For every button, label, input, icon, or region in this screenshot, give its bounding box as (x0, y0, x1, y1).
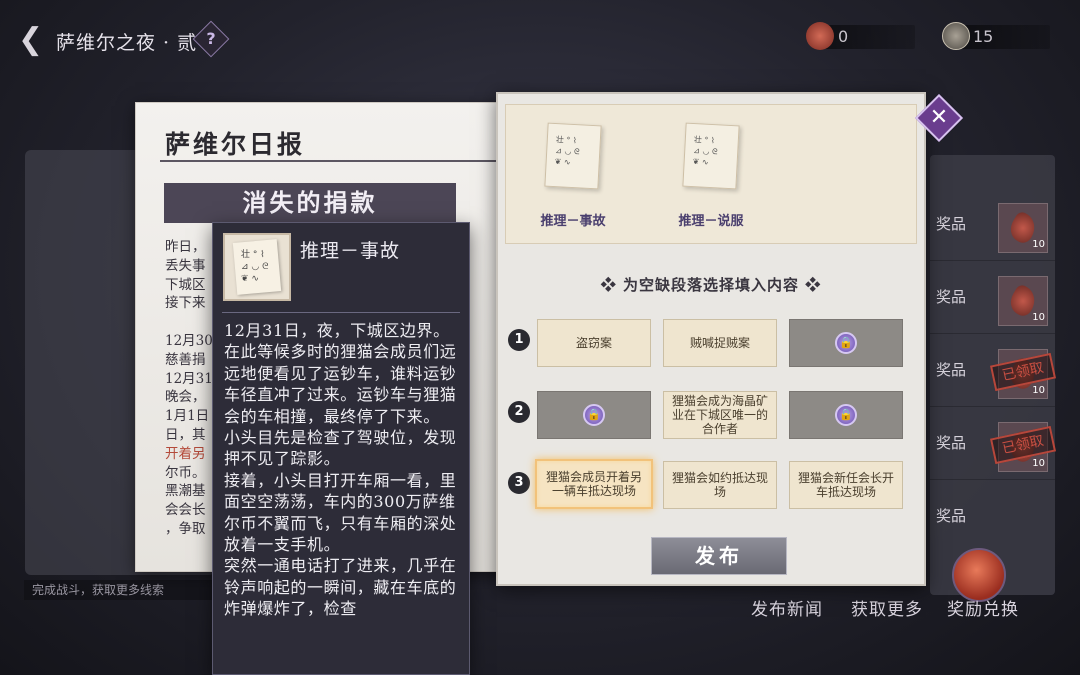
hint-text: 完成战斗，获取更多线索 (24, 580, 224, 600)
option-locked: 🔒 (537, 391, 651, 439)
clue-card-persuade[interactable]: 推理－说服 (666, 120, 756, 230)
help-icon: ? (206, 29, 216, 48)
instruction-label: 为空缺段落选择填入内容 (622, 276, 799, 294)
clue-detail-title: 推理－事故 (300, 240, 401, 262)
clue-paragraph: 12月31日，夜，下城区边界。 (224, 321, 450, 340)
reward-label: 奖品 (936, 288, 967, 306)
clue-document-icon (544, 122, 602, 190)
page-title: 萨维尔之夜 · 贰 (56, 32, 198, 54)
reward-item-icon: 10 (998, 203, 1048, 253)
option-button-selected[interactable]: 狸猫会成员开着另一辆车抵达现场 (535, 459, 653, 509)
clue-paragraph: 小头目先是检查了驾驶位，发现押不见了踪影。 (224, 428, 457, 469)
newspaper-masthead: 萨维尔日报 (165, 130, 306, 159)
publish-button[interactable]: 发布 (651, 537, 787, 575)
resource-value-coins: 15 (973, 27, 994, 46)
option-button[interactable]: 狸猫会如约抵达现场 (663, 461, 777, 509)
option-button[interactable]: 盗窃案 (537, 319, 651, 367)
get-more-button[interactable]: 获取更多 (842, 595, 932, 620)
reward-row[interactable]: 奖品 10 已领取 (930, 341, 1057, 407)
coin-icon (942, 22, 970, 50)
maple-leaf-icon (806, 22, 834, 50)
masthead-divider (160, 160, 530, 162)
newspaper-headline: 消失的捐款 (242, 188, 378, 217)
reward-label: 奖品 (936, 361, 967, 379)
instruction-text: ❖ 为空缺段落选择填入内容 ❖ (600, 276, 822, 294)
clue-paragraph: 接着，小头目打开车厢一看，里面空空荡荡，车内的300万萨维尔币不翼而飞，只有车厢… (224, 470, 457, 555)
lock-icon: 🔒 (835, 404, 857, 426)
reward-row[interactable]: 奖品 10 (930, 195, 1055, 261)
clue-detail-text: 12月31日，夜，下城区边界。在此等候多时的狸猫会成员们远远地便看见了运钞车，谁… (224, 320, 464, 675)
option-button[interactable]: 狸猫会新任会长开车抵达现场 (789, 461, 903, 509)
row-number: 3 (508, 472, 530, 494)
publish-news-button[interactable]: 发布新闻 (742, 595, 832, 620)
reward-exchange-button[interactable]: 奖励兑换 (938, 595, 1028, 620)
reward-count: 10 (1032, 458, 1045, 469)
reward-row[interactable]: 奖品 10 (930, 268, 1055, 334)
reward-count: 10 (1032, 312, 1045, 323)
resource-value-leaves: 0 (838, 27, 849, 46)
option-button[interactable]: 贼喊捉贼案 (663, 319, 777, 367)
help-button[interactable]: ? (192, 20, 230, 58)
lock-icon: 🔒 (583, 404, 605, 426)
clue-document-icon (223, 233, 291, 301)
resource-bar-leaves (820, 25, 915, 49)
clue-document-icon (682, 122, 740, 190)
option-button[interactable]: 狸猫会成为海晶矿业在下城区唯一的合作者 (663, 391, 777, 439)
reward-count: 10 (1032, 385, 1045, 396)
clue-label: 推理－说服 (678, 214, 744, 229)
clue-card-accident[interactable]: 推理－事故 (528, 120, 618, 230)
row-number: 2 (508, 401, 530, 423)
clue-paragraph: 在此等候多时的狸猫会成员们远远地便看见了运钞车，谁料运钞车径直冲了过来。运钞车与… (224, 342, 457, 426)
reward-label: 奖品 (936, 215, 967, 233)
reward-label: 奖品 (936, 507, 967, 525)
back-button[interactable]: ❮ (18, 22, 48, 58)
clue-detail-divider (222, 312, 460, 313)
reward-row[interactable]: 奖品 (930, 487, 1055, 553)
clue-label: 推理－事故 (540, 214, 606, 229)
option-locked: 🔒 (789, 319, 903, 367)
top-bar: ❮ 萨维尔之夜 · 贰 ? 0 15 (0, 0, 1080, 78)
row-number: 1 (508, 329, 530, 351)
clue-paragraph: 突然一通电话打了进来，几乎在铃声响起的一瞬间，藏在车底的炸弹爆炸了，检查 (224, 556, 457, 619)
reward-row[interactable]: 奖品 10 已领取 (930, 414, 1057, 480)
daruma-icon (952, 548, 1006, 602)
option-locked: 🔒 (789, 391, 903, 439)
close-icon: ✕ (929, 105, 949, 130)
chevron-left-icon: ❮ (18, 22, 44, 57)
lock-icon: 🔒 (835, 332, 857, 354)
reward-item-icon: 10 (998, 276, 1048, 326)
reward-count: 10 (1032, 239, 1045, 250)
reward-label: 奖品 (936, 434, 967, 452)
